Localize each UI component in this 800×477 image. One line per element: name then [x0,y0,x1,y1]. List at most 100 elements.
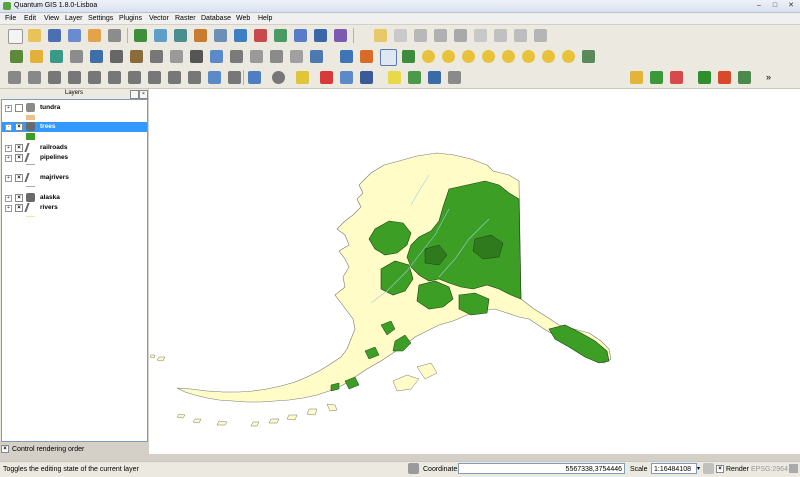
control-rendering-order[interactable]: × Control rendering order [1,445,84,454]
save-edits-icon[interactable] [394,29,407,42]
zoom-selection-icon[interactable] [482,50,495,63]
zoom-full-icon[interactable] [462,50,475,63]
layer-item-alaska[interactable]: + × alaska [2,193,147,203]
tool-icon[interactable] [250,50,263,63]
layer-visibility-checkbox[interactable]: × [15,204,23,212]
coordinate-field[interactable]: 5567338,3754446 [458,463,625,474]
tool-icon[interactable] [310,50,323,63]
measure-icon[interactable] [90,50,103,63]
tool-icon[interactable] [130,50,143,63]
layer-visibility-checkbox[interactable]: × [15,123,23,131]
plugin-icon[interactable] [718,71,731,84]
tool-icon[interactable] [230,50,243,63]
menu-database[interactable]: Database [201,14,231,23]
print-icon[interactable] [108,29,121,42]
float-panel-button[interactable] [130,90,139,99]
tool-icon[interactable] [210,50,223,63]
rotate-symbols-icon[interactable] [228,71,241,84]
zoom-next-icon[interactable] [562,50,575,63]
measure-line-icon[interactable] [360,71,373,84]
simplify-feature-icon[interactable] [48,71,61,84]
add-mssql-layer-icon[interactable] [214,29,227,42]
menu-help[interactable]: Help [258,14,272,23]
new-bookmark-icon[interactable] [408,71,421,84]
save-as-icon[interactable] [68,29,81,42]
layer-item-railroads[interactable]: + × railroads [2,143,147,153]
add-part-icon[interactable] [88,71,101,84]
render-checkbox[interactable]: × Render [716,465,749,474]
chevron-down-icon[interactable]: ▾ [697,465,700,474]
minimize-button[interactable]: – [752,1,766,11]
menu-settings[interactable]: Settings [88,14,113,23]
tool-icon[interactable] [170,50,183,63]
layer-visibility-checkbox[interactable] [15,104,23,112]
add-wms-layer-icon[interactable] [234,29,247,42]
control-rendering-order-checkbox[interactable]: × [1,445,9,454]
redo-icon[interactable] [28,71,41,84]
add-ring-icon[interactable] [68,71,81,84]
stop-render-icon[interactable] [703,463,714,474]
offset-curve-icon[interactable] [168,71,181,84]
new-project-icon[interactable] [8,29,23,44]
expand-icon[interactable]: + [5,175,12,182]
merge-features-icon[interactable] [208,71,221,84]
text-annotation-icon[interactable] [448,71,461,84]
delete-selected-icon[interactable] [474,29,487,42]
tool-icon[interactable] [360,50,373,63]
refresh-icon[interactable] [582,50,595,63]
new-print-composer-icon[interactable] [88,29,101,42]
digitize-icon[interactable] [10,50,23,63]
paste-features-icon[interactable] [534,29,547,42]
pan-map-icon[interactable] [380,49,397,66]
layer-item-tundra[interactable]: + tundra [2,103,147,113]
open-project-icon[interactable] [28,29,41,42]
layer-item-pipelines[interactable]: + × pipelines [2,153,147,163]
scale-combobox[interactable]: 1:16484108 [651,463,697,474]
expand-icon[interactable]: + [5,205,12,212]
copy-features-icon[interactable] [514,29,527,42]
plugin-icon[interactable] [738,71,751,84]
map-tips-icon[interactable] [388,71,401,84]
tool-icon[interactable] [270,50,283,63]
expand-icon[interactable]: + [5,145,12,152]
menu-vector[interactable]: Vector [149,14,169,23]
layer-visibility-checkbox[interactable]: × [15,174,23,182]
close-panel-button[interactable]: × [139,90,148,99]
layer-item-trees[interactable]: - × trees [2,122,147,132]
open-attribute-table-icon[interactable] [340,71,353,84]
tool-icon[interactable] [150,50,163,63]
show-bookmarks-icon[interactable] [428,71,441,84]
move-feature-icon[interactable] [434,29,447,42]
menu-raster[interactable]: Raster [175,14,196,23]
tool-icon[interactable] [110,50,123,63]
expand-icon[interactable]: + [5,195,12,202]
toggle-extents-icon[interactable] [408,463,419,474]
expand-icon[interactable]: + [5,105,12,112]
attribute-icon[interactable] [70,50,83,63]
menu-view[interactable]: View [44,14,59,23]
new-spatialite-layer-icon[interactable] [334,29,347,42]
menu-plugins[interactable]: Plugins [119,14,142,23]
tool-icon[interactable] [290,50,303,63]
tool-icon[interactable] [190,50,203,63]
maximize-button[interactable]: □ [768,1,782,11]
layer-visibility-checkbox[interactable]: × [15,144,23,152]
layer-visibility-checkbox[interactable]: × [15,194,23,202]
menu-layer[interactable]: Layer [65,14,83,23]
add-delimited-text-icon[interactable] [294,29,307,42]
zoom-layer-icon[interactable] [502,50,515,63]
layer-visibility-checkbox[interactable]: × [15,154,23,162]
identify-features-icon[interactable] [248,71,261,84]
save-project-icon[interactable] [48,29,61,42]
add-postgis-layer-icon[interactable] [174,29,187,42]
map-svg[interactable] [149,89,800,454]
plugin-icon[interactable] [650,71,663,84]
zoom-in-icon[interactable] [422,50,435,63]
add-raster-layer-icon[interactable] [154,29,167,42]
add-vector-layer-icon[interactable] [134,29,147,42]
zoom-last-icon[interactable] [542,50,555,63]
select-features-icon[interactable] [296,71,309,84]
render-checkbox-box[interactable]: × [716,465,724,474]
cut-features-icon[interactable] [494,29,507,42]
add-feature-icon[interactable] [414,29,427,42]
